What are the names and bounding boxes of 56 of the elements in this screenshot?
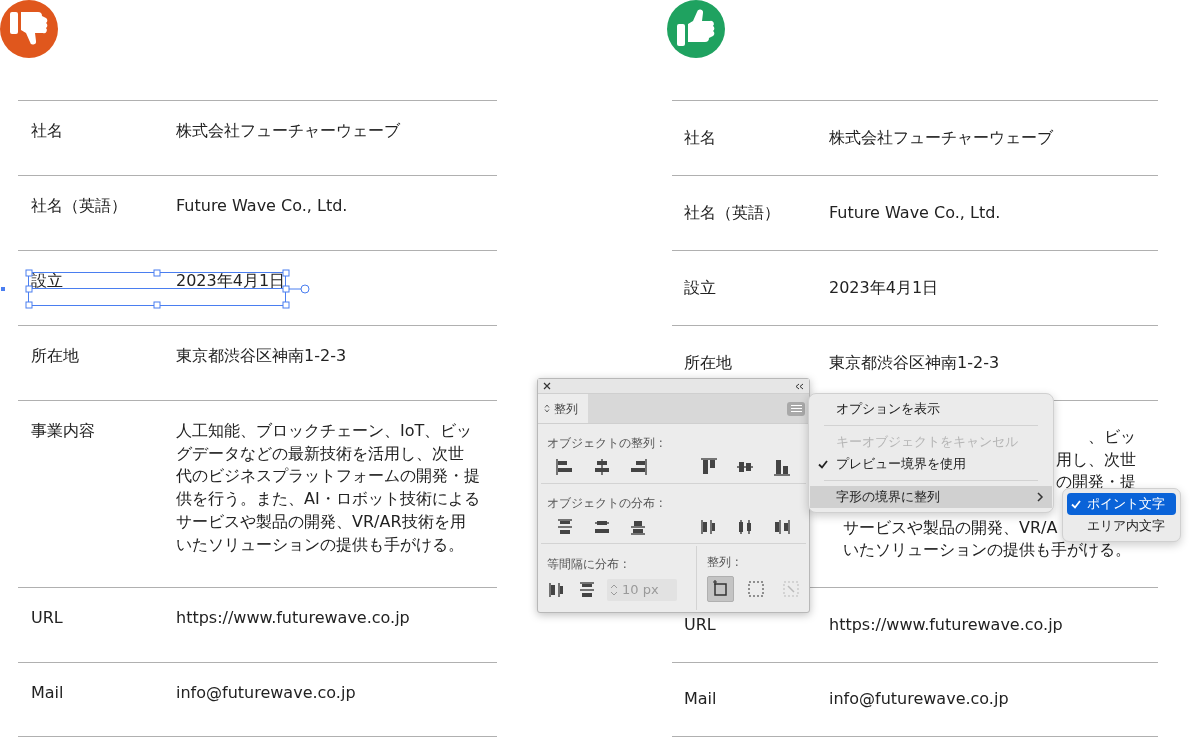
menu-item[interactable]: プレビュー境界を使用 [810,453,1052,475]
close-icon[interactable] [543,382,551,390]
align-option-icon[interactable] [628,457,649,477]
align-to-button[interactable] [707,576,734,602]
stepper-icon [610,583,618,597]
text-fragment: 、ビッ [1088,425,1136,448]
row-label: Mail [684,689,717,709]
align-to-key-object-icon [746,580,765,598]
checkmark-icon [818,459,828,469]
row-value: 人工知能、ブロックチェーン、IoT、ビッ グデータなどの最新技術を活用し、次世 代のビジネスプラットフォームの開発・提 供を行う。また、AI・ロボット技術による サービスや製品の開発、VR/AR技術を用 いたソリューションの提供も手がける。 [176,420,480,556]
checkmark-icon [1071,499,1081,509]
align-option-icon[interactable] [577,580,597,600]
align-to-artboard-icon [781,580,800,598]
align-option-icon[interactable] [771,457,792,477]
row-value: Future Wave Co., Ltd. [176,195,348,217]
row-label: URL [684,614,716,634]
section-title: 等間隔に分布 : [547,557,627,571]
row-value: 2023年4月1日 [829,276,939,299]
panel-tab[interactable]: 整列 [538,394,588,423]
row-label: 事業内容 [31,421,95,440]
row-label: URL [31,608,63,627]
updown-icon [544,404,550,413]
row-value: 東京都渋谷区神南1-2-3 [176,345,347,367]
row-value: info@futurewave.co.jp [176,682,356,704]
menu-item[interactable]: エリア内文字 [1067,515,1176,537]
section-title: オブジェクトの整列 : [547,436,663,450]
text-fragment: サービスや製品の開発、VR/A [842,516,1058,539]
row-label: 社名 [31,121,63,140]
row-label: 設立 [684,277,716,297]
row-value: 株式会社フューチャーウェーブ [176,120,400,142]
row-label: 社名（英語） [31,196,127,215]
text-fragment: 用し、次世 [1056,448,1136,471]
row-value: https://www.futurewave.co.jp [829,613,1063,636]
row-label: 社名（英語） [684,202,780,222]
panel-menu-button[interactable] [787,401,805,416]
align-to-selection-icon [711,580,730,598]
row-label: 社名 [684,127,716,147]
row-label: Mail [31,683,64,702]
row-label: 所在地 [31,346,79,365]
row-value: 株式会社フューチャーウェーブ [829,126,1053,149]
menu-item[interactable]: オプションを表示 [810,398,1052,420]
text-fragment: いたソリューションの提供も手がける。 [842,539,1131,562]
section-title: 整列 : [707,555,739,569]
selection-frame[interactable] [0,267,312,311]
align-option-icon[interactable] [698,457,719,477]
menu-item[interactable]: ポイント文字 [1067,493,1176,515]
row-label: 所在地 [684,352,732,372]
row-value: Future Wave Co., Ltd. [829,201,1001,224]
collapse-icon[interactable] [795,382,804,390]
chevron-right-icon [1037,492,1044,502]
menu-item[interactable]: 字形の境界に整列 [810,486,1052,508]
section-title: オブジェクトの分布 : [547,496,663,510]
row-value: https://www.futurewave.co.jp [176,607,410,629]
row-value: info@futurewave.co.jp [829,688,1009,711]
row-value: 2023年4月1日 [176,270,286,292]
row-value: 東京都渋谷区神南1-2-3 [829,351,1000,374]
